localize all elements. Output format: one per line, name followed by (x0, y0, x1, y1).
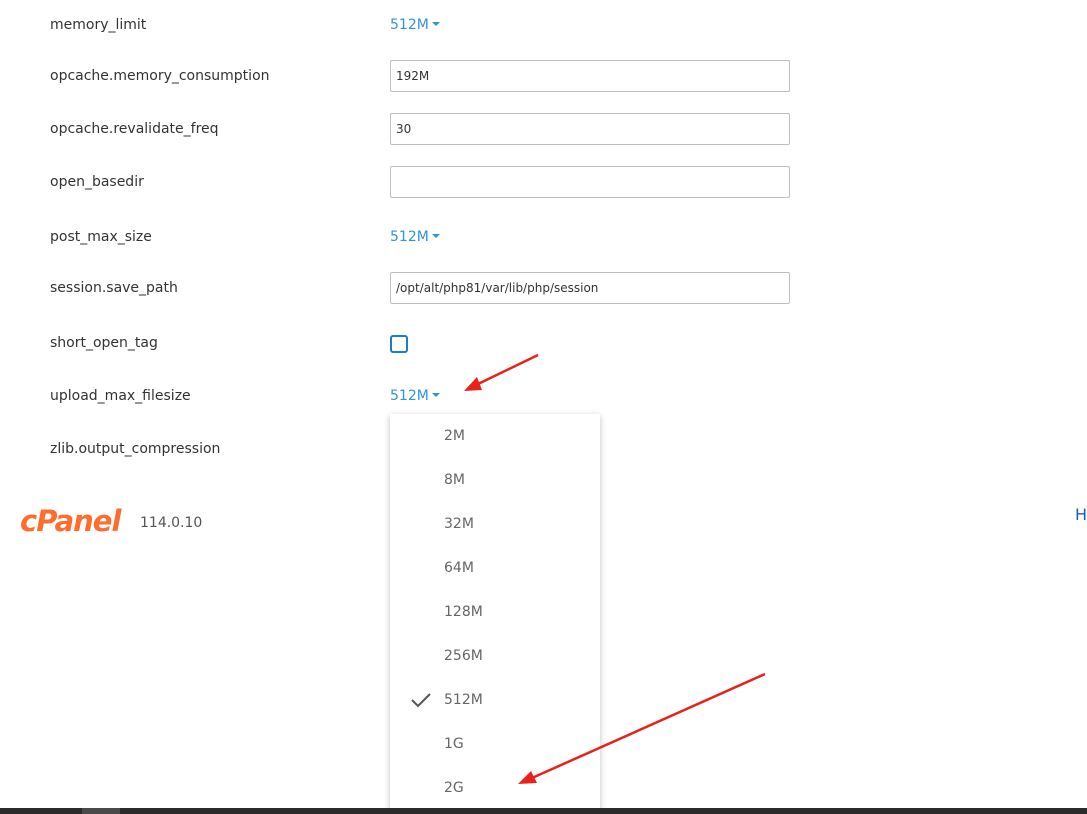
menu-item-option[interactable]: 64M (390, 546, 600, 590)
setting-label: upload_max_filesize (50, 388, 191, 404)
menu-item-option-selected[interactable]: 512M (390, 678, 600, 722)
checkmark-icon (411, 693, 431, 708)
menu-item-option[interactable]: 128M (390, 590, 600, 634)
red-arrow-annotation (464, 353, 539, 391)
caret-down-icon (431, 393, 440, 397)
upload-max-filesize-dropdown[interactable]: 512M (390, 386, 440, 406)
menu-item-option[interactable]: 256M (390, 634, 600, 678)
dropdown-value: 512M (390, 388, 429, 404)
caret-down-icon (431, 234, 440, 238)
setting-label: post_max_size (50, 229, 152, 245)
setting-label: zlib.output_compression (50, 441, 221, 457)
setting-label: open_basedir (50, 174, 144, 190)
option-label: 64M (444, 560, 474, 576)
setting-label: opcache.memory_consumption (50, 68, 270, 84)
cpanel-logo-text: cPanel (20, 504, 122, 537)
cpanel-version: 114.0.10 (140, 515, 203, 531)
option-label: 32M (444, 516, 474, 532)
option-label: 256M (444, 648, 483, 664)
menu-item-option[interactable]: 8M (390, 458, 600, 502)
opcache-memory-consumption-input[interactable] (390, 60, 790, 92)
upload-max-filesize-menu: 2M 8M 32M 64M 128M 256M 512M 1G 2G (390, 414, 600, 814)
menu-item-option[interactable]: 1G (390, 722, 600, 766)
setting-label: opcache.revalidate_freq (50, 121, 219, 137)
option-label: 128M (444, 604, 483, 620)
open-basedir-input[interactable] (390, 166, 790, 198)
session-save-path-input[interactable] (390, 272, 790, 304)
caret-down-icon (431, 22, 440, 26)
option-label: 2G (444, 780, 464, 796)
menu-item-option[interactable]: 2G (390, 766, 600, 810)
menu-item-option[interactable]: 2M (390, 414, 600, 458)
dropdown-value: 512M (390, 17, 429, 33)
option-label: 8M (444, 472, 465, 488)
bottom-bar (0, 808, 1087, 814)
setting-label: memory_limit (50, 17, 147, 33)
dropdown-value: 512M (390, 229, 429, 245)
option-label: 512M (444, 692, 483, 708)
short-open-tag-checkbox[interactable] (390, 335, 408, 353)
setting-label: short_open_tag (50, 335, 158, 351)
option-label: 2M (444, 428, 465, 444)
bottom-bar-segment (82, 808, 120, 814)
option-label: 1G (444, 736, 464, 752)
cpanel-logo: cPanel (20, 504, 123, 537)
footer-link[interactable]: H (1075, 505, 1087, 525)
menu-item-option[interactable]: 32M (390, 502, 600, 546)
memory-limit-dropdown[interactable]: 512M (390, 15, 440, 35)
setting-label: session.save_path (50, 280, 178, 296)
opcache-revalidate-freq-input[interactable] (390, 113, 790, 145)
post-max-size-dropdown[interactable]: 512M (390, 227, 440, 247)
